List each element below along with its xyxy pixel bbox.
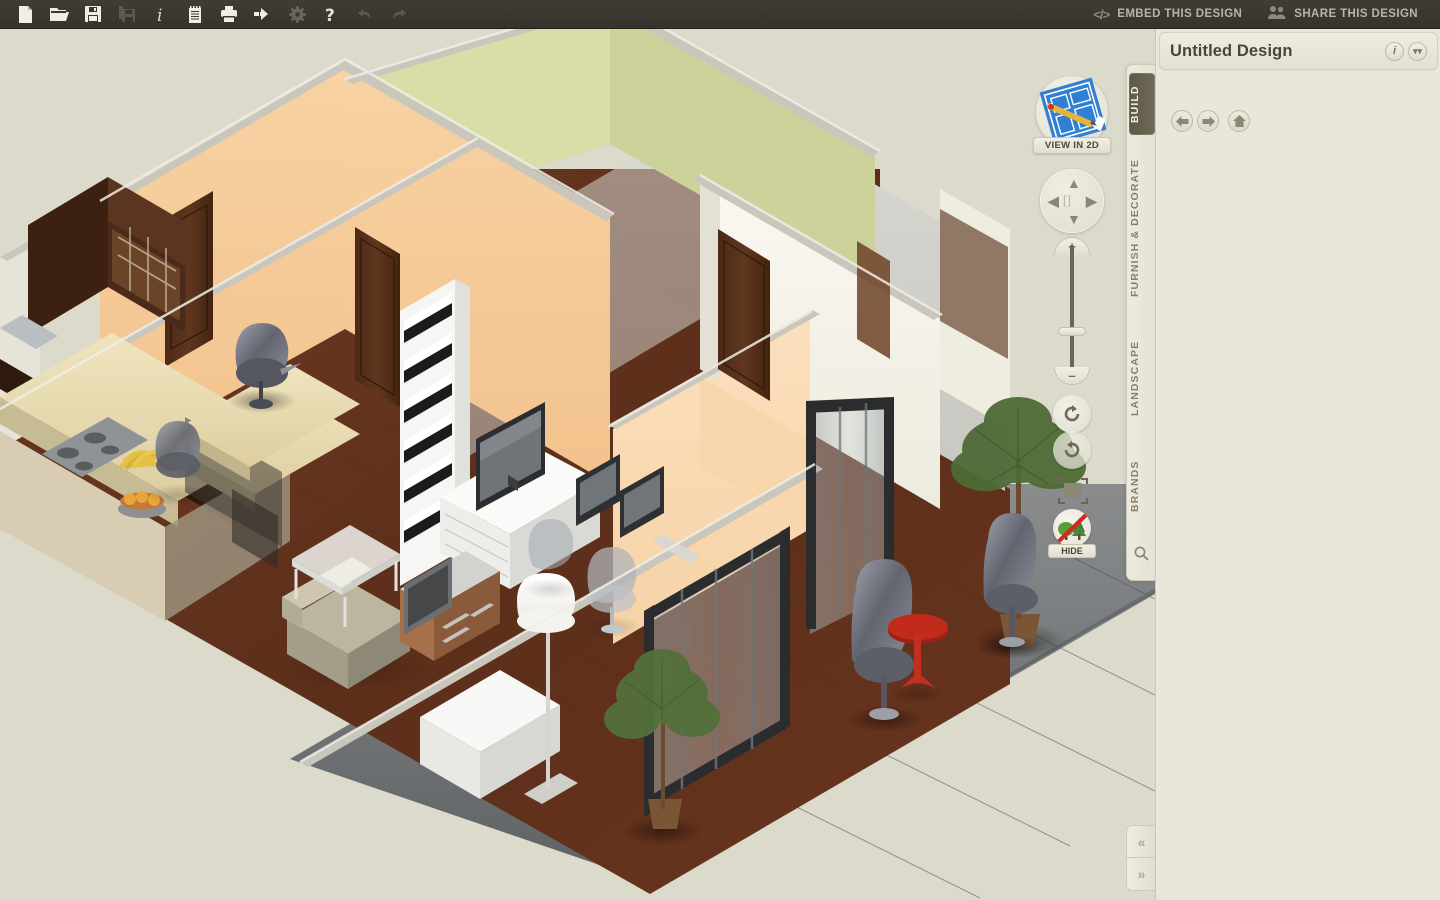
new-document-icon[interactable]	[8, 0, 42, 29]
collapse-panel-next-button[interactable]: »	[1126, 858, 1156, 891]
vtab-build[interactable]: BUILD	[1129, 73, 1155, 135]
design-info-icon[interactable]: i	[1385, 41, 1404, 61]
rotate-clockwise-button[interactable]	[1053, 431, 1091, 469]
search-icon[interactable]	[1134, 546, 1149, 566]
rotate-ccw-icon	[1064, 405, 1080, 422]
top-toolbar: i ? </> EMBED THIS DESIGN SHARE THIS DES…	[0, 0, 1440, 29]
svg-text:?: ?	[325, 6, 335, 23]
perspective-toggle-button[interactable]	[1056, 477, 1090, 505]
vtab-brands[interactable]: BRANDS	[1129, 443, 1155, 529]
vtab-landscape[interactable]: LANDSCAPE	[1129, 323, 1155, 433]
notepad-icon[interactable]	[178, 0, 212, 29]
design-canvas-3d[interactable]: VIEW IN 2D ▲ ▼ ◀ ▶ [ ] + –	[0, 29, 1155, 900]
floorplan-3d-render	[0, 29, 1155, 900]
pan-center-button[interactable]: [ ]	[1063, 193, 1081, 209]
toolbar-right-links: </> EMBED THIS DESIGN SHARE THIS DESIGN	[1083, 0, 1440, 29]
mode-tab-strip: BUILD FURNISH & DECORATE LANDSCAPE BRAND…	[1126, 64, 1156, 581]
view-in-2d-label[interactable]: VIEW IN 2D	[1033, 137, 1111, 154]
panel-title-buttons: i ▾▾	[1385, 41, 1427, 61]
save-as-icon[interactable]	[110, 0, 144, 29]
info-icon[interactable]: i	[144, 0, 178, 29]
rotate-cw-icon	[1064, 441, 1080, 458]
print-icon[interactable]	[212, 0, 246, 29]
panel-title-bar: Untitled Design i ▾▾	[1159, 32, 1438, 70]
pan-right-button[interactable]: ▶	[1086, 194, 1097, 208]
share-people-icon	[1268, 5, 1286, 23]
share-label: SHARE THIS DESIGN	[1294, 8, 1418, 20]
zoom-slider-thumb[interactable]	[1058, 327, 1086, 336]
svg-text:i: i	[157, 6, 162, 23]
toolbar-icon-group: i ?	[0, 0, 416, 29]
panel-history-buttons	[1171, 110, 1250, 132]
export-icon[interactable]	[246, 0, 280, 29]
redo-icon[interactable]	[382, 0, 416, 29]
pan-dpad[interactable]: ▲ ▼ ◀ ▶ [ ]	[1040, 169, 1104, 233]
embed-this-design-button[interactable]: </> EMBED THIS DESIGN	[1083, 0, 1252, 29]
embed-code-icon: </>	[1093, 6, 1110, 22]
settings-gear-icon[interactable]	[280, 0, 314, 29]
back-button[interactable]	[1171, 110, 1193, 132]
help-question-icon[interactable]: ?	[314, 0, 348, 29]
collapse-panel-prev-button[interactable]: «	[1126, 825, 1156, 858]
pan-down-button[interactable]: ▼	[1067, 212, 1081, 226]
vtab-furnish-decorate[interactable]: FURNISH & DECORATE	[1129, 143, 1155, 313]
pan-left-button[interactable]: ◀	[1048, 194, 1059, 208]
home-button[interactable]	[1228, 110, 1250, 132]
embed-label: EMBED THIS DESIGN	[1117, 8, 1243, 20]
right-panel: Untitled Design i ▾▾	[1155, 29, 1440, 900]
rotate-counterclockwise-button[interactable]	[1053, 395, 1091, 433]
pan-up-button[interactable]: ▲	[1067, 176, 1081, 190]
panel-nav-bar	[1159, 77, 1438, 173]
hide-label[interactable]: HIDE	[1048, 544, 1096, 558]
share-this-design-button[interactable]: SHARE THIS DESIGN	[1258, 0, 1428, 29]
hide-trees-icon	[1056, 512, 1089, 544]
page-title: Untitled Design	[1170, 41, 1293, 60]
chevrons-down-icon[interactable]: ▾▾	[1408, 41, 1427, 61]
perspective-icon	[1058, 478, 1088, 504]
hide-landscape-button[interactable]	[1053, 509, 1091, 547]
zoom-slider-track[interactable]	[1070, 245, 1074, 379]
forward-button[interactable]	[1197, 110, 1219, 132]
open-folder-icon[interactable]	[42, 0, 76, 29]
save-icon[interactable]	[76, 0, 110, 29]
undo-icon[interactable]	[348, 0, 382, 29]
